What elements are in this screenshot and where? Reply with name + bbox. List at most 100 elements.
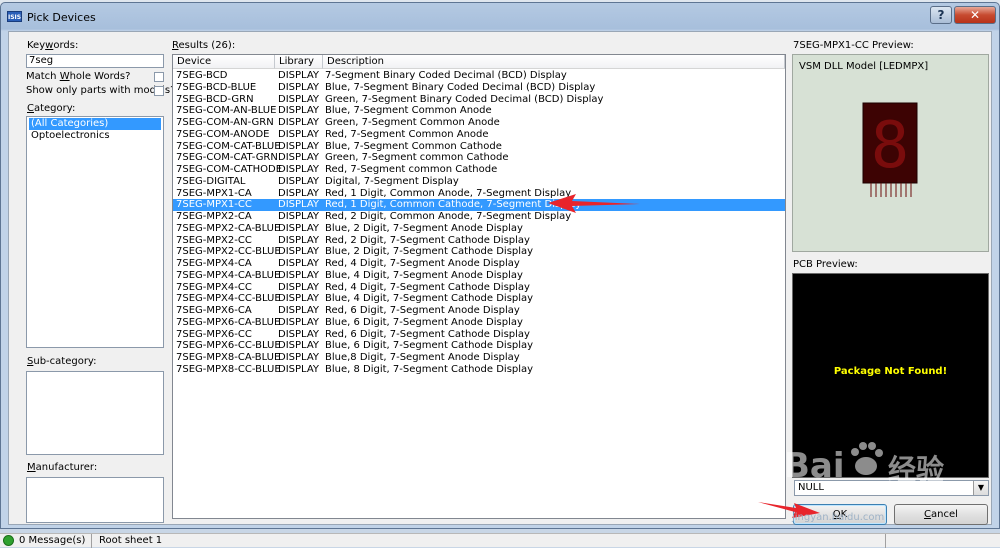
table-row[interactable]: 7SEG-MPX8-CA-BLUE DISPLAY Blue,8 Digit, 7-… [173, 352, 785, 364]
isis-logo-icon: ISIS [7, 11, 22, 22]
table-row[interactable]: 7SEG-MPX6-CA-BLUE DISPLAY Blue, 6 Digit, 7… [173, 317, 785, 329]
cell-description: Blue, 2 Digit, 7-Segment Anode Display [325, 222, 523, 234]
keywords-input[interactable]: 7seg [26, 54, 164, 68]
cell-device: 7SEG-MPX2-CA-BLUE [176, 222, 281, 234]
dialog-title: Pick Devices [27, 11, 96, 24]
match-whole-words-label: Match Whole Words? [26, 71, 131, 82]
category-list[interactable]: (All Categories) Optoelectronics [26, 116, 164, 348]
table-row[interactable]: 7SEG-COM-ANODE DISPLAY Red, 7-Segment Comm… [173, 129, 785, 141]
cell-device: 7SEG-BCD [176, 70, 228, 81]
table-row[interactable]: 7SEG-COM-AN-BLUE DISPLAY Blue, 7-Segment C… [173, 105, 785, 117]
cell-device: 7SEG-MPX4-CA-BLUE [176, 269, 281, 281]
cell-library: DISPLAY [278, 128, 320, 140]
category-label: Category: [27, 103, 76, 114]
table-row[interactable]: 7SEG-MPX2-CC DISPLAY Red, 2 Digit, 7-Segme… [173, 235, 785, 247]
annotation-arrow-icon [548, 194, 640, 213]
table-row[interactable]: 7SEG-MPX6-CA DISPLAY Red, 6 Digit, 7-Segme… [173, 305, 785, 317]
pick-devices-dialog: ISIS Pick Devices ? ✕ Keywords: 7seg Mat… [0, 2, 1000, 529]
cancel-button[interactable]: Cancel [894, 504, 988, 525]
cell-description: Red, 4 Digit, 7-Segment Cathode Display [325, 281, 530, 293]
subcategory-list[interactable] [26, 371, 164, 455]
cell-device: 7SEG-MPX1-CC [176, 199, 252, 211]
manufacturer-label: Manufacturer: [27, 462, 98, 473]
table-row[interactable]: 7SEG-COM-CAT-BLUE DISPLAY Blue, 7-Segment … [173, 141, 785, 153]
cell-device: 7SEG-BCD-BLUE [176, 81, 257, 93]
close-button[interactable]: ✕ [954, 6, 996, 24]
category-item-optoelectronics[interactable]: Optoelectronics [29, 130, 112, 142]
keywords-input-value: 7seg [29, 55, 54, 66]
cell-device: 7SEG-MPX6-CC-BLUE [176, 340, 281, 352]
cell-library: DISPLAY [278, 187, 320, 199]
cell-library: DISPLAY [278, 199, 320, 211]
cell-description: Blue,8 Digit, 7-Segment Anode Display [325, 352, 520, 363]
cell-description: Blue, 4 Digit, 7-Segment Anode Display [325, 269, 523, 281]
table-row[interactable]: 7SEG-BCD-GRN DISPLAY Green, 7-Segment Bina… [173, 94, 785, 106]
cell-device: 7SEG-MPX1-CA [176, 187, 252, 199]
cell-device: 7SEG-MPX8-CA-BLUE [176, 352, 281, 363]
match-whole-words-checkbox[interactable] [154, 72, 164, 82]
device-preview-panel: VSM DLL Model [LEDMPX] 8 [792, 54, 989, 252]
cell-description: Blue, 6 Digit, 7-Segment Cathode Display [325, 340, 534, 352]
cell-library: DISPLAY [278, 269, 320, 281]
table-row[interactable]: 7SEG-MPX1-CA DISPLAY Red, 1 Digit, Common … [173, 188, 785, 200]
table-row[interactable]: 7SEG-MPX2-CA DISPLAY Red, 2 Digit, Common … [173, 211, 785, 223]
cell-description: Green, 7-Segment Binary Coded Decimal (B… [325, 93, 604, 105]
table-row[interactable]: 7SEG-DIGITAL DISPLAY Digital, 7-Segment Di… [173, 176, 785, 188]
table-row[interactable]: 7SEG-MPX2-CA-BLUE DISPLAY Blue, 2 Digit, 7… [173, 223, 785, 235]
cell-library: DISPLAY [278, 164, 320, 175]
table-row[interactable]: 7SEG-MPX6-CC-BLUE DISPLAY Blue, 6 Digit, 7… [173, 340, 785, 352]
cell-device: 7SEG-MPX6-CC [176, 328, 252, 340]
cell-library: DISPLAY [278, 152, 320, 164]
results-table[interactable]: Device Library Description 7SEG-BCD DISPL… [172, 54, 786, 519]
table-row[interactable]: 7SEG-COM-CAT-GRN DISPLAY Green, 7-Segment … [173, 152, 785, 164]
table-row[interactable]: 7SEG-MPX4-CC-BLUE DISPLAY Blue, 4 Digit, 7… [173, 293, 785, 305]
cell-library: DISPLAY [278, 281, 320, 293]
status-messages[interactable]: 0 Message(s) [16, 534, 92, 548]
table-row[interactable]: 7SEG-MPX8-CC-BLUE DISPLAY Blue, 8 Digit, 7… [173, 364, 785, 376]
cell-library: DISPLAY [278, 246, 320, 258]
cell-library: DISPLAY [278, 222, 320, 234]
table-row[interactable]: 7SEG-MPX4-CC DISPLAY Red, 4 Digit, 7-Segme… [173, 282, 785, 294]
preview-model-text: VSM DLL Model [LEDMPX] [799, 61, 929, 72]
status-bar: 0 Message(s) Root sheet 1 [0, 533, 1000, 548]
cell-device: 7SEG-MPX2-CC [176, 234, 252, 246]
cell-description: Digital, 7-Segment Display [325, 175, 459, 187]
category-item-all[interactable]: (All Categories) [29, 118, 161, 130]
watermark-url: jingyan.baidu.com [792, 512, 885, 523]
preview-digit: 8 [871, 109, 910, 183]
cell-library: DISPLAY [278, 117, 320, 128]
table-row[interactable]: 7SEG-MPX4-CA DISPLAY Red, 4 Digit, 7-Segme… [173, 258, 785, 270]
column-header-device[interactable]: Device [173, 55, 275, 69]
table-row[interactable]: 7SEG-MPX4-CA-BLUE DISPLAY Blue, 4 Digit, 7… [173, 270, 785, 282]
table-row[interactable]: 7SEG-COM-AN-GRN DISPLAY Green, 7-Segment C… [173, 117, 785, 129]
cell-library: DISPLAY [278, 352, 320, 363]
cell-device: 7SEG-COM-CATHODE [176, 164, 283, 175]
cell-device: 7SEG-MPX4-CC [176, 281, 252, 293]
cell-device: 7SEG-BCD-GRN [176, 93, 254, 105]
column-header-library[interactable]: Library [275, 55, 323, 69]
manufacturer-list[interactable] [26, 477, 164, 523]
table-row[interactable]: 7SEG-COM-CATHODE DISPLAY Red, 7-Segment co… [173, 164, 785, 176]
table-row[interactable]: 7SEG-BCD-BLUE DISPLAY Blue, 7-Segment Bina… [173, 82, 785, 94]
cell-description: Red, 2 Digit, Common Anode, 7-Segment Di… [325, 211, 572, 222]
table-row[interactable]: 7SEG-MPX6-CC DISPLAY Red, 6 Digit, 7-Segme… [173, 329, 785, 341]
show-models-checkbox[interactable] [154, 86, 164, 96]
cell-device: 7SEG-MPX2-CC-BLUE [176, 246, 281, 258]
table-row[interactable]: 7SEG-BCD DISPLAY 7-Segment Binary Coded De… [173, 70, 785, 82]
table-row[interactable]: 7SEG-MPX1-CC DISPLAY Red, 1 Digit, Common … [173, 199, 785, 211]
cell-description: Red, 6 Digit, 7-Segment Cathode Display [325, 328, 530, 340]
results-label: Results (26): [172, 40, 236, 51]
cell-description: Red, 7-Segment common Cathode [325, 164, 498, 175]
preview-label: 7SEG-MPX1-CC Preview: [793, 40, 914, 51]
cell-library: DISPLAY [278, 175, 320, 187]
column-header-description[interactable]: Description [323, 55, 785, 69]
table-row[interactable]: 7SEG-MPX2-CC-BLUE DISPLAY Blue, 2 Digit, 7… [173, 246, 785, 258]
cell-description: Green, 7-Segment common Cathode [325, 152, 509, 164]
cell-library: DISPLAY [278, 234, 320, 246]
status-ok-icon [3, 535, 14, 546]
chevron-down-icon[interactable]: ▼ [973, 481, 988, 495]
help-button[interactable]: ? [930, 6, 952, 24]
cell-description: Blue, 2 Digit, 7-Segment Cathode Display [325, 246, 534, 258]
title-bar[interactable]: ISIS Pick Devices ? ✕ [1, 3, 999, 31]
cell-description: Blue, 8 Digit, 7-Segment Cathode Display [325, 363, 534, 375]
